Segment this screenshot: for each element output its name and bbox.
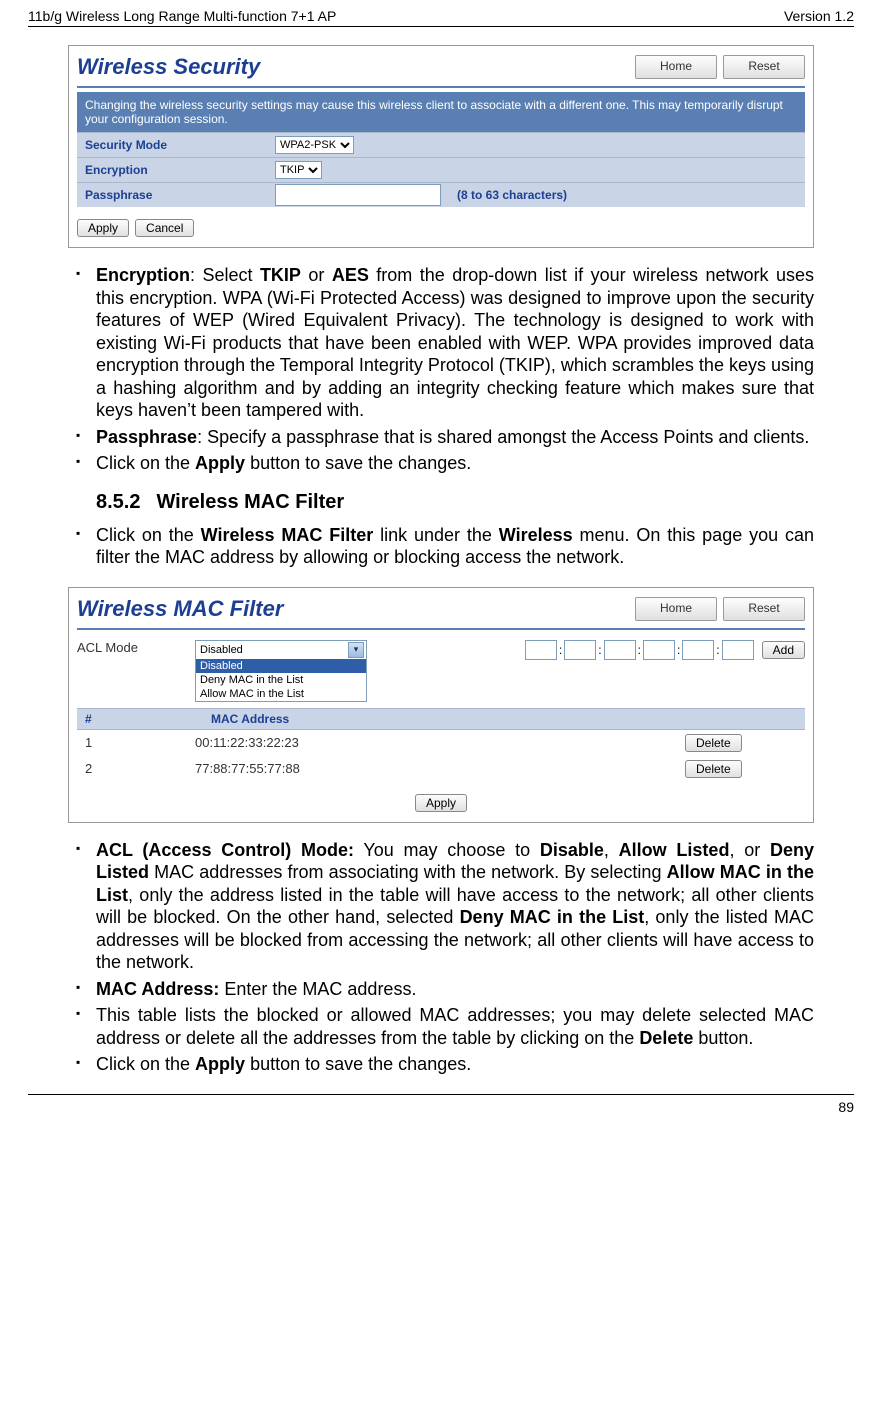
- cancel-button[interactable]: Cancel: [135, 219, 194, 237]
- info-banner: Changing the wireless security settings …: [77, 92, 805, 132]
- label-passphrase: Passphrase: [77, 188, 275, 202]
- reset-button[interactable]: Reset: [723, 55, 805, 79]
- select-encryption[interactable]: TKIP: [275, 161, 322, 179]
- apply-button[interactable]: Apply: [77, 219, 129, 237]
- col-mac: MAC Address: [203, 709, 669, 729]
- input-passphrase[interactable]: [275, 184, 441, 206]
- label-encryption: Encryption: [77, 163, 275, 177]
- delete-button[interactable]: Delete: [685, 760, 742, 778]
- bullet-encryption: Encryption: Select TKIP or AES from the …: [68, 264, 814, 422]
- col-number: #: [77, 709, 203, 729]
- section-heading: 8.5.2Wireless MAC Filter: [96, 491, 814, 514]
- option-deny[interactable]: Deny MAC in the List: [196, 673, 366, 687]
- label-acl-mode: ACL Mode: [77, 640, 187, 655]
- option-disabled[interactable]: Disabled: [196, 659, 366, 673]
- mac-octet-6[interactable]: [722, 640, 754, 660]
- home-button[interactable]: Home: [635, 55, 717, 79]
- bullet-apply-2: Click on the Apply button to save the ch…: [68, 1053, 814, 1076]
- bullet-mac-address: MAC Address: Enter the MAC address.: [68, 978, 814, 1001]
- page-number: 89: [838, 1099, 854, 1115]
- hdr-right: Version 1.2: [784, 8, 854, 24]
- mac-octet-4[interactable]: [643, 640, 675, 660]
- bullet-apply: Click on the Apply button to save the ch…: [68, 452, 814, 475]
- mac-octet-3[interactable]: [604, 640, 636, 660]
- home-button[interactable]: Home: [635, 597, 717, 621]
- table-row: 2 77:88:77:55:77:88 Delete: [77, 756, 805, 782]
- select-acl-mode[interactable]: Disabled ▾ Disabled Deny MAC in the List…: [195, 640, 367, 702]
- panel-title: Wireless Security: [77, 54, 260, 80]
- hdr-left: 11b/g Wireless Long Range Multi-function…: [28, 8, 336, 24]
- mac-octet-1[interactable]: [525, 640, 557, 660]
- screenshot-mac-filter: Wireless MAC Filter Home Reset ACL Mode …: [68, 587, 814, 823]
- mac-octet-2[interactable]: [564, 640, 596, 660]
- chevron-down-icon: ▾: [348, 642, 364, 658]
- mac-octet-5[interactable]: [682, 640, 714, 660]
- delete-button[interactable]: Delete: [685, 734, 742, 752]
- hint-passphrase: (8 to 63 characters): [457, 188, 567, 202]
- option-allow[interactable]: Allow MAC in the List: [196, 687, 366, 701]
- panel-title-mac: Wireless MAC Filter: [77, 596, 283, 622]
- table-row: 1 00:11:22:33:22:23 Delete: [77, 730, 805, 756]
- bullet-passphrase: Passphrase: Specify a passphrase that is…: [68, 426, 814, 449]
- add-button[interactable]: Add: [762, 641, 805, 659]
- mac-input-group: : : : : : Add: [525, 640, 805, 660]
- apply-button[interactable]: Apply: [415, 794, 467, 812]
- bullet-table-desc: This table lists the blocked or allowed …: [68, 1004, 814, 1049]
- reset-button[interactable]: Reset: [723, 597, 805, 621]
- screenshot-wireless-security: Wireless Security Home Reset Changing th…: [68, 45, 814, 248]
- label-security-mode: Security Mode: [77, 138, 275, 152]
- select-security-mode[interactable]: WPA2-PSK: [275, 136, 354, 154]
- bullet-mac-intro: Click on the Wireless MAC Filter link un…: [68, 524, 814, 569]
- bullet-acl: ACL (Access Control) Mode: You may choos…: [68, 839, 814, 974]
